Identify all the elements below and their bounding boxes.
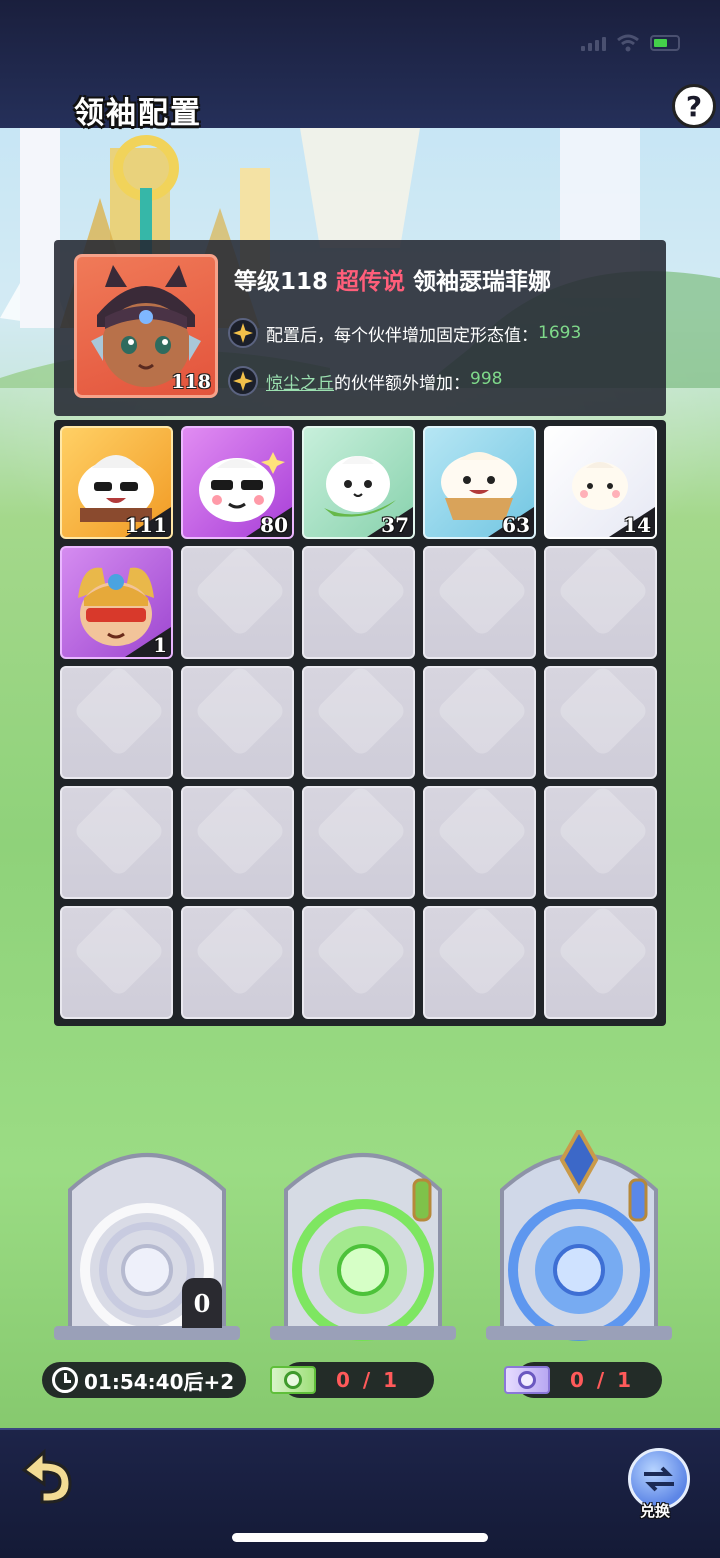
empty-slot[interactable] bbox=[181, 786, 294, 899]
help-button[interactable]: ? bbox=[672, 84, 716, 128]
timer-text: 01:54:40后+2 bbox=[84, 1369, 235, 1394]
blue-ticket-counter: 0 / 1 bbox=[504, 1362, 662, 1398]
empty-slot[interactable] bbox=[60, 666, 173, 779]
exchange-label: 兑换 bbox=[640, 1502, 671, 1520]
green-portal-icon bbox=[270, 1153, 456, 1341]
exchange-icon bbox=[644, 1466, 674, 1492]
empty-slot[interactable] bbox=[423, 906, 536, 1019]
bonus-region-value: 998 bbox=[470, 368, 503, 389]
empty-slot[interactable] bbox=[181, 666, 294, 779]
empty-slot[interactable] bbox=[423, 786, 536, 899]
partner-level: 14 bbox=[623, 513, 651, 537]
bonus-region-text: 的伙伴额外增加： bbox=[334, 373, 470, 394]
partner-slot[interactable]: 80 bbox=[181, 426, 294, 539]
star-badge-icon bbox=[228, 366, 258, 396]
leader-card: 118 等级118 超传说 领袖瑟瑞菲娜 配置后，每个伙伴增加固定形态值： 16… bbox=[54, 240, 666, 416]
empty-slot[interactable] bbox=[302, 666, 415, 779]
battery-charging-icon bbox=[650, 35, 680, 51]
back-arrow-icon[interactable] bbox=[18, 1446, 80, 1508]
empty-slot[interactable] bbox=[60, 786, 173, 899]
clock-icon bbox=[52, 1367, 78, 1393]
empty-slot[interactable] bbox=[544, 546, 657, 659]
partner-slot[interactable]: 111 bbox=[60, 426, 173, 539]
empty-slot[interactable] bbox=[181, 546, 294, 659]
partner-slot[interactable]: 1 bbox=[60, 546, 173, 659]
summon-portal-green[interactable] bbox=[268, 1130, 458, 1350]
empty-slot[interactable] bbox=[302, 546, 415, 659]
purple-ticket-icon bbox=[504, 1366, 550, 1394]
empty-slot[interactable] bbox=[544, 906, 657, 1019]
wifi-icon bbox=[617, 34, 639, 52]
star-badge-icon bbox=[228, 318, 258, 348]
empty-slot[interactable] bbox=[60, 906, 173, 1019]
empty-slot[interactable] bbox=[302, 906, 415, 1019]
leader-portrait-level: 118 bbox=[171, 371, 211, 393]
page-title: 领袖配置 bbox=[74, 96, 202, 131]
partner-level: 63 bbox=[502, 513, 530, 537]
green-ticket-counter: 0 / 1 bbox=[270, 1362, 434, 1398]
cellular-signal-icon bbox=[581, 35, 606, 51]
partner-slot[interactable]: 63 bbox=[423, 426, 536, 539]
region-link[interactable]: 惊尘之丘 bbox=[266, 369, 334, 394]
empty-slot[interactable] bbox=[181, 906, 294, 1019]
bonus-fixed-value: 1693 bbox=[538, 323, 582, 343]
green-ratio: 0 / 1 bbox=[336, 1368, 401, 1392]
leader-title: 等级118 超传说 领袖瑟瑞菲娜 bbox=[234, 262, 551, 296]
white-count: 0 bbox=[182, 1278, 222, 1328]
bonus-row-fixed: 配置后，每个伙伴增加固定形态值： 1693 bbox=[228, 318, 581, 348]
partner-grid: 111 80 37 63 14 1 bbox=[54, 420, 666, 1026]
partner-slot[interactable]: 37 bbox=[302, 426, 415, 539]
partner-level: 80 bbox=[260, 513, 288, 537]
partner-slot[interactable]: 14 bbox=[544, 426, 657, 539]
partner-level: 111 bbox=[125, 513, 167, 537]
green-ticket-icon bbox=[270, 1366, 316, 1394]
blue-ratio: 0 / 1 bbox=[570, 1368, 635, 1392]
empty-slot[interactable] bbox=[302, 786, 415, 899]
leader-rarity: 超传说 bbox=[336, 269, 406, 295]
bonus-row-region: 惊尘之丘 的伙伴额外增加： 998 bbox=[228, 366, 502, 396]
refill-timer: 01:54:40后+2 bbox=[42, 1362, 246, 1398]
summon-portal-blue[interactable] bbox=[484, 1125, 674, 1350]
bonus-fixed-text: 配置后，每个伙伴增加固定形态值： bbox=[266, 325, 538, 346]
empty-slot[interactable] bbox=[544, 666, 657, 779]
empty-slot[interactable] bbox=[423, 666, 536, 779]
empty-slot[interactable] bbox=[423, 546, 536, 659]
home-indicator[interactable] bbox=[232, 1533, 488, 1542]
leader-portrait[interactable]: 118 bbox=[74, 254, 218, 398]
blue-portal-icon bbox=[486, 1125, 672, 1341]
status-bar bbox=[581, 34, 680, 52]
partner-level: 37 bbox=[381, 513, 409, 537]
empty-slot[interactable] bbox=[544, 786, 657, 899]
summon-portal-white[interactable]: 0 bbox=[52, 1130, 242, 1350]
partner-level: 1 bbox=[153, 633, 167, 657]
leader-name: 领袖瑟瑞菲娜 bbox=[413, 269, 552, 295]
leader-level: 等级118 bbox=[234, 269, 329, 295]
